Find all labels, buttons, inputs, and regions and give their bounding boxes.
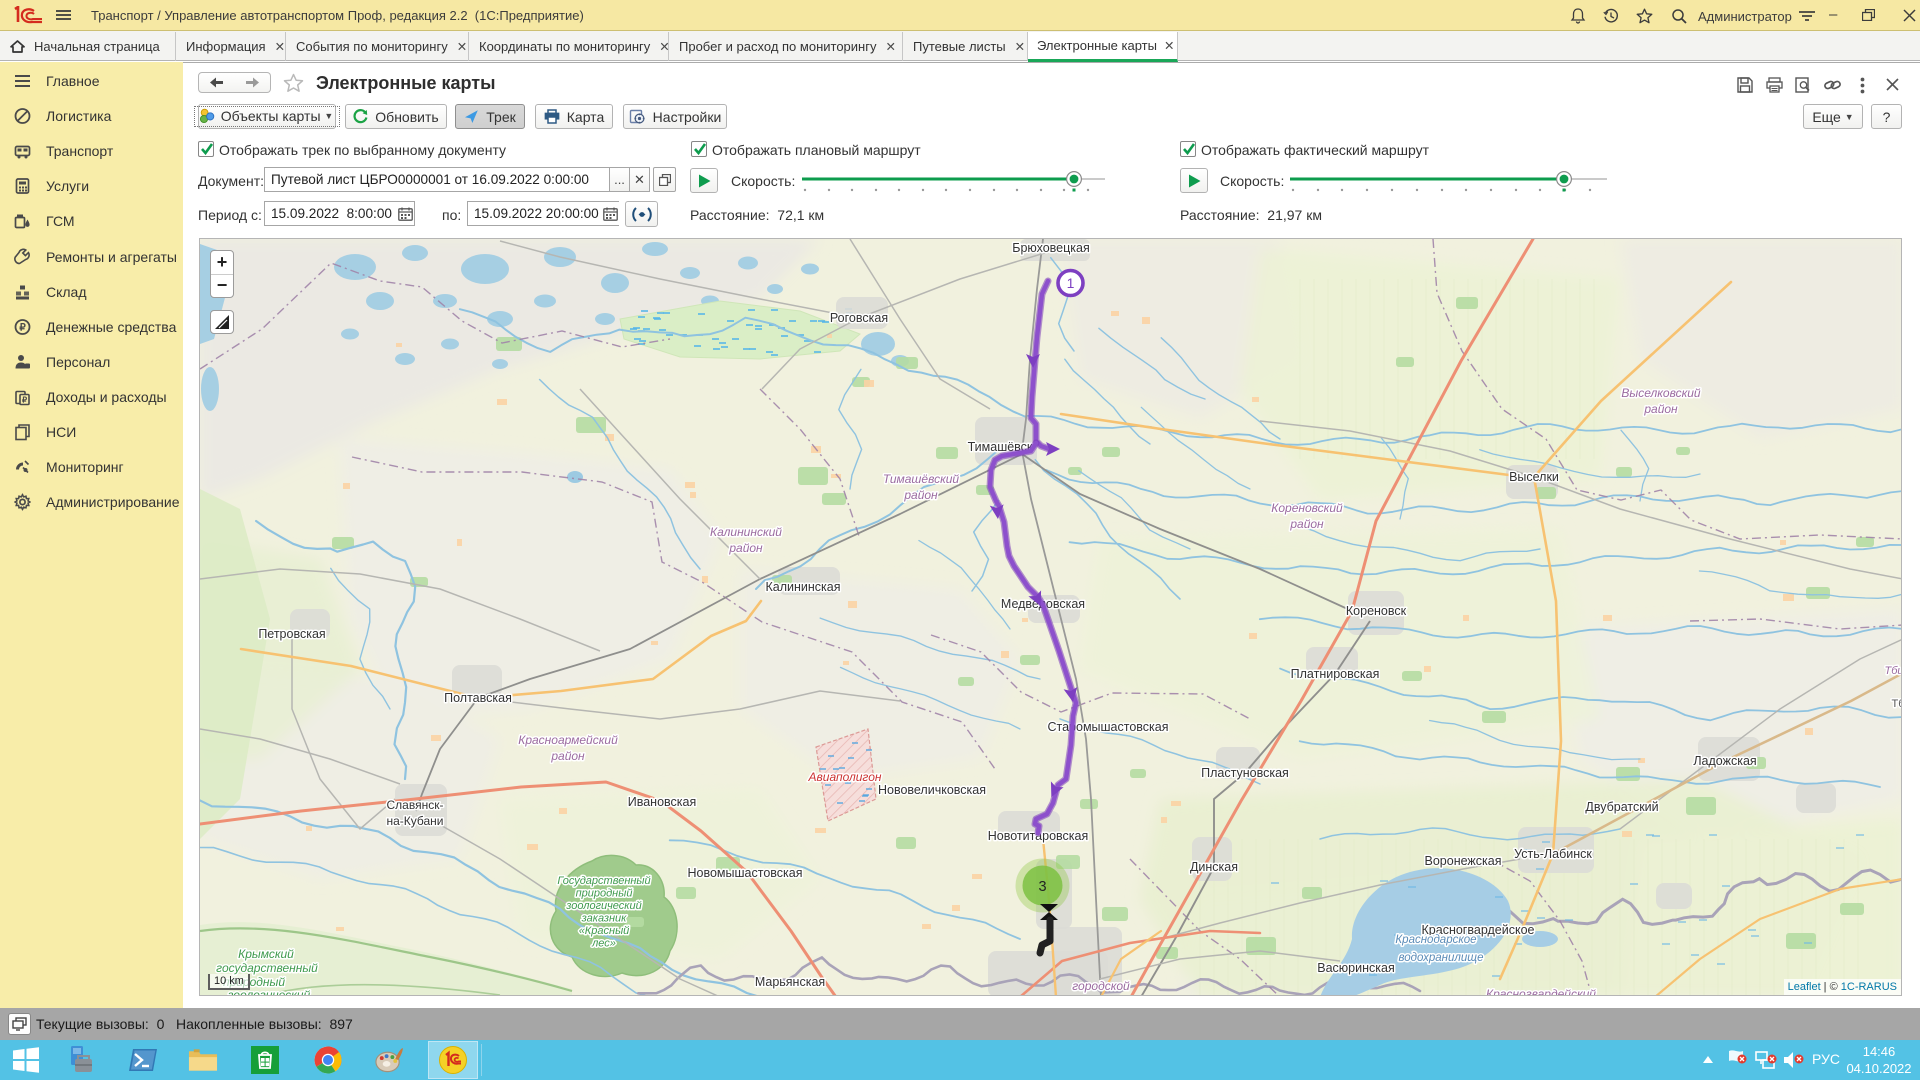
svg-text:Калининская: Калининская	[765, 580, 840, 594]
svg-text:Тимашёвский: Тимашёвский	[883, 472, 959, 486]
svg-text:Двубратский: Двубратский	[1585, 800, 1658, 814]
svg-text:₽: ₽	[19, 323, 26, 334]
svg-text:Государственный: Государственный	[557, 875, 650, 887]
svg-text:Марьянская: Марьянская	[755, 975, 825, 989]
svg-text:район: район	[1289, 517, 1324, 531]
svg-text:Полтавская: Полтавская	[444, 691, 512, 705]
svg-text:₽: ₽	[22, 396, 27, 405]
svg-text:государственный: государственный	[216, 961, 318, 975]
svg-text:Петровская: Петровская	[258, 627, 325, 641]
svg-text:Краснодарское: Краснодарское	[1395, 934, 1476, 946]
svg-text:Калининский: Калининский	[710, 525, 782, 539]
svg-text:округ Краснодар: округ Краснодар	[1033, 995, 1127, 996]
svg-text:Старомышастовская: Старомышастовская	[1047, 720, 1168, 734]
svg-text:Кореновск: Кореновск	[1346, 604, 1407, 618]
svg-text:Динская: Динская	[1190, 860, 1238, 874]
svg-text:Ладожская: Ладожская	[1693, 754, 1756, 768]
svg-text:Нововеличковская: Нововеличковская	[878, 783, 986, 797]
svg-text:Красноармейский: Красноармейский	[518, 733, 618, 747]
svg-text:Ивановская: Ивановская	[628, 795, 697, 809]
svg-text:заказник: заказник	[581, 913, 627, 925]
svg-text:«Красный: «Красный	[579, 925, 630, 937]
svg-text:Пластуновская: Пластуновская	[1201, 766, 1289, 780]
svg-text:природный: природный	[576, 888, 633, 900]
svg-text:лес»: лес»	[591, 938, 616, 950]
svg-text:городской: городской	[1072, 979, 1130, 993]
svg-text:Тб: Тб	[1891, 698, 1902, 710]
svg-text:1: 1	[1067, 275, 1075, 291]
svg-text:Крымский: Крымский	[238, 947, 294, 961]
svg-text:на-Кубани: на-Кубани	[386, 814, 443, 828]
svg-text:Васюринская: Васюринская	[1317, 961, 1394, 975]
svg-text:Кореновский: Кореновский	[1271, 501, 1343, 515]
svg-text:Красногвардейский: Красногвардейский	[1486, 987, 1596, 996]
svg-text:Роговская: Роговская	[830, 311, 888, 325]
svg-text:Платнировская: Платнировская	[1291, 667, 1380, 681]
svg-text:Воронежская: Воронежская	[1425, 854, 1502, 868]
svg-text:район: район	[728, 541, 763, 555]
svg-text:район: район	[1643, 402, 1678, 416]
svg-text:3: 3	[1038, 879, 1046, 895]
svg-text:Тби: Тби	[1884, 665, 1902, 677]
svg-text:Выселковский: Выселковский	[1621, 386, 1701, 400]
svg-text:водохранилище: водохранилище	[1399, 952, 1484, 964]
svg-text:район: район	[903, 488, 938, 502]
svg-text:Брюховецкая: Брюховецкая	[1012, 241, 1090, 255]
svg-text:район: район	[550, 749, 585, 763]
svg-text:Авиаполигон: Авиаполигон	[808, 770, 882, 784]
svg-text:Выселки: Выселки	[1509, 470, 1559, 484]
svg-text:Новомышастовская: Новомышастовская	[688, 866, 803, 880]
svg-text:Славянск-: Славянск-	[387, 798, 444, 812]
svg-text:Усть-Лабинск: Усть-Лабинск	[1514, 847, 1592, 861]
svg-text:зоологический: зоологический	[565, 900, 641, 912]
